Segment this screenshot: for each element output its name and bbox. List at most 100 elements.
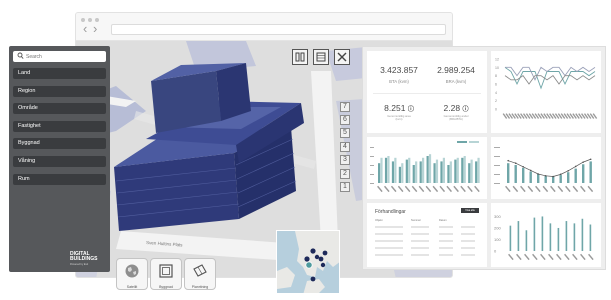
- y-tick-label: [494, 156, 500, 157]
- floor-button-1[interactable]: 1: [340, 182, 350, 192]
- area-avg-value: 8.251 ⓘ: [370, 103, 428, 113]
- y-tick-label: [370, 165, 374, 166]
- table-rows-placeholder: [375, 226, 475, 256]
- bar: [573, 223, 576, 251]
- x-tick-label: [550, 185, 556, 193]
- floorplan-view-button[interactable]: Planritning: [184, 258, 216, 290]
- x-tick-label: [565, 185, 571, 193]
- x-tick-label: [572, 253, 578, 261]
- bar: [533, 217, 536, 251]
- bar-line-chart-card: [491, 137, 601, 199]
- bar: [422, 157, 425, 183]
- y-tick-label: 300: [494, 214, 501, 219]
- ratio-value: 2.28 ⓘ: [427, 103, 485, 113]
- search-input[interactable]: [26, 51, 106, 62]
- line-chart-card: 0 2 4 6 8 10 12: [491, 51, 601, 133]
- x-tick-label: [439, 185, 446, 193]
- floor-button-7[interactable]: 7: [340, 102, 350, 112]
- y-tick-label: 0: [494, 249, 497, 254]
- bar: [394, 157, 397, 183]
- legend-swatch: [469, 141, 479, 143]
- search-icon: [17, 52, 24, 59]
- line-chart: 0 2 4 6 8 10 12: [495, 58, 598, 119]
- x-tick-label: [556, 253, 562, 261]
- bar: [435, 159, 439, 183]
- x-tick-label: [425, 185, 432, 193]
- x-tick-label: [540, 253, 546, 261]
- y-tick-label: [370, 174, 374, 175]
- series-line: [504, 75, 596, 85]
- x-tick-label: [397, 185, 404, 193]
- satellite-label: Satellit: [126, 285, 138, 289]
- overview-map[interactable]: [276, 230, 340, 294]
- x-tick-label: [418, 185, 425, 193]
- sidebar-item-fastighet[interactable]: Fastighet: [13, 120, 106, 132]
- satellite-view-button[interactable]: Satellit: [116, 258, 148, 290]
- bar: [447, 165, 450, 183]
- bar: [517, 221, 520, 251]
- window-dot[interactable]: [88, 18, 92, 22]
- bar: [398, 166, 401, 183]
- info-icon[interactable]: ⓘ: [408, 107, 414, 113]
- x-tick-label: [535, 185, 541, 193]
- y-tick-label: 6: [495, 83, 497, 87]
- table-card: Förhandlingar Visa alla Objekt Nummer Da…: [367, 203, 487, 267]
- bar: [380, 157, 383, 183]
- floor-button-5[interactable]: 5: [340, 128, 350, 138]
- bar: [514, 165, 517, 183]
- trend-point: [552, 175, 554, 178]
- bar: [415, 161, 418, 183]
- y-tick-label: [494, 165, 500, 166]
- bar-chart: 0 100 200 300: [494, 214, 594, 261]
- x-tick-label: [432, 185, 439, 193]
- bar: [387, 156, 390, 183]
- x-tick-label: [542, 185, 549, 193]
- sidebar-item-vaning[interactable]: Våning: [13, 155, 106, 167]
- layers-button[interactable]: [313, 49, 329, 65]
- sidebar-item-land[interactable]: Land: [13, 68, 106, 79]
- browser-toolbar: ‹ ›: [76, 13, 452, 41]
- split-view-button[interactable]: [292, 49, 308, 65]
- trend-point: [544, 175, 547, 177]
- floor-button-3[interactable]: 3: [340, 155, 350, 165]
- sidebar-item-region[interactable]: Region: [13, 85, 106, 97]
- y-tick-label: 10: [495, 66, 499, 70]
- floor-button-4[interactable]: 4: [340, 142, 350, 152]
- bar: [408, 157, 411, 183]
- floor-button-2[interactable]: 2: [340, 169, 350, 179]
- trend-line: [508, 158, 591, 177]
- back-arrow-icon[interactable]: ‹: [83, 22, 87, 35]
- legend-swatch: [457, 141, 467, 143]
- bar: [391, 161, 395, 183]
- info-icon[interactable]: ⓘ: [462, 107, 468, 113]
- bar-chart-card: 0 100 200 300: [491, 203, 601, 267]
- x-tick-label: [580, 253, 586, 261]
- x-tick-label: [524, 253, 530, 261]
- digital-buildings-logo: DIGITAL BUILDINGS Powered by Esri: [70, 252, 98, 267]
- x-tick-label: [446, 185, 452, 193]
- forward-arrow-icon[interactable]: ›: [93, 22, 97, 35]
- sidebar-item-omrade[interactable]: Område: [13, 103, 106, 115]
- bar: [582, 164, 585, 183]
- search-box[interactable]: [13, 51, 106, 62]
- bar: [581, 218, 584, 251]
- sidebar-item-byggnad[interactable]: Byggnad: [13, 138, 106, 150]
- bar: [463, 156, 466, 183]
- bar: [412, 165, 415, 183]
- x-tick-label: [520, 185, 526, 193]
- floor-button-6[interactable]: 6: [340, 115, 350, 125]
- sidebar-item-rum[interactable]: Rum: [13, 173, 106, 185]
- bar: [456, 157, 459, 183]
- x-tick-label: [404, 185, 411, 193]
- address-bar[interactable]: [111, 24, 446, 35]
- building-icon: [159, 264, 173, 278]
- x-tick-label: [453, 185, 459, 193]
- bar: [567, 172, 570, 183]
- bar: [574, 168, 577, 183]
- y-tick-label: 12: [495, 58, 499, 62]
- close-button[interactable]: [334, 49, 350, 65]
- building-view-button[interactable]: Byggnad: [150, 258, 182, 290]
- bar: [433, 163, 436, 183]
- x-tick-label: [460, 185, 466, 193]
- x-tick-label: [572, 185, 579, 193]
